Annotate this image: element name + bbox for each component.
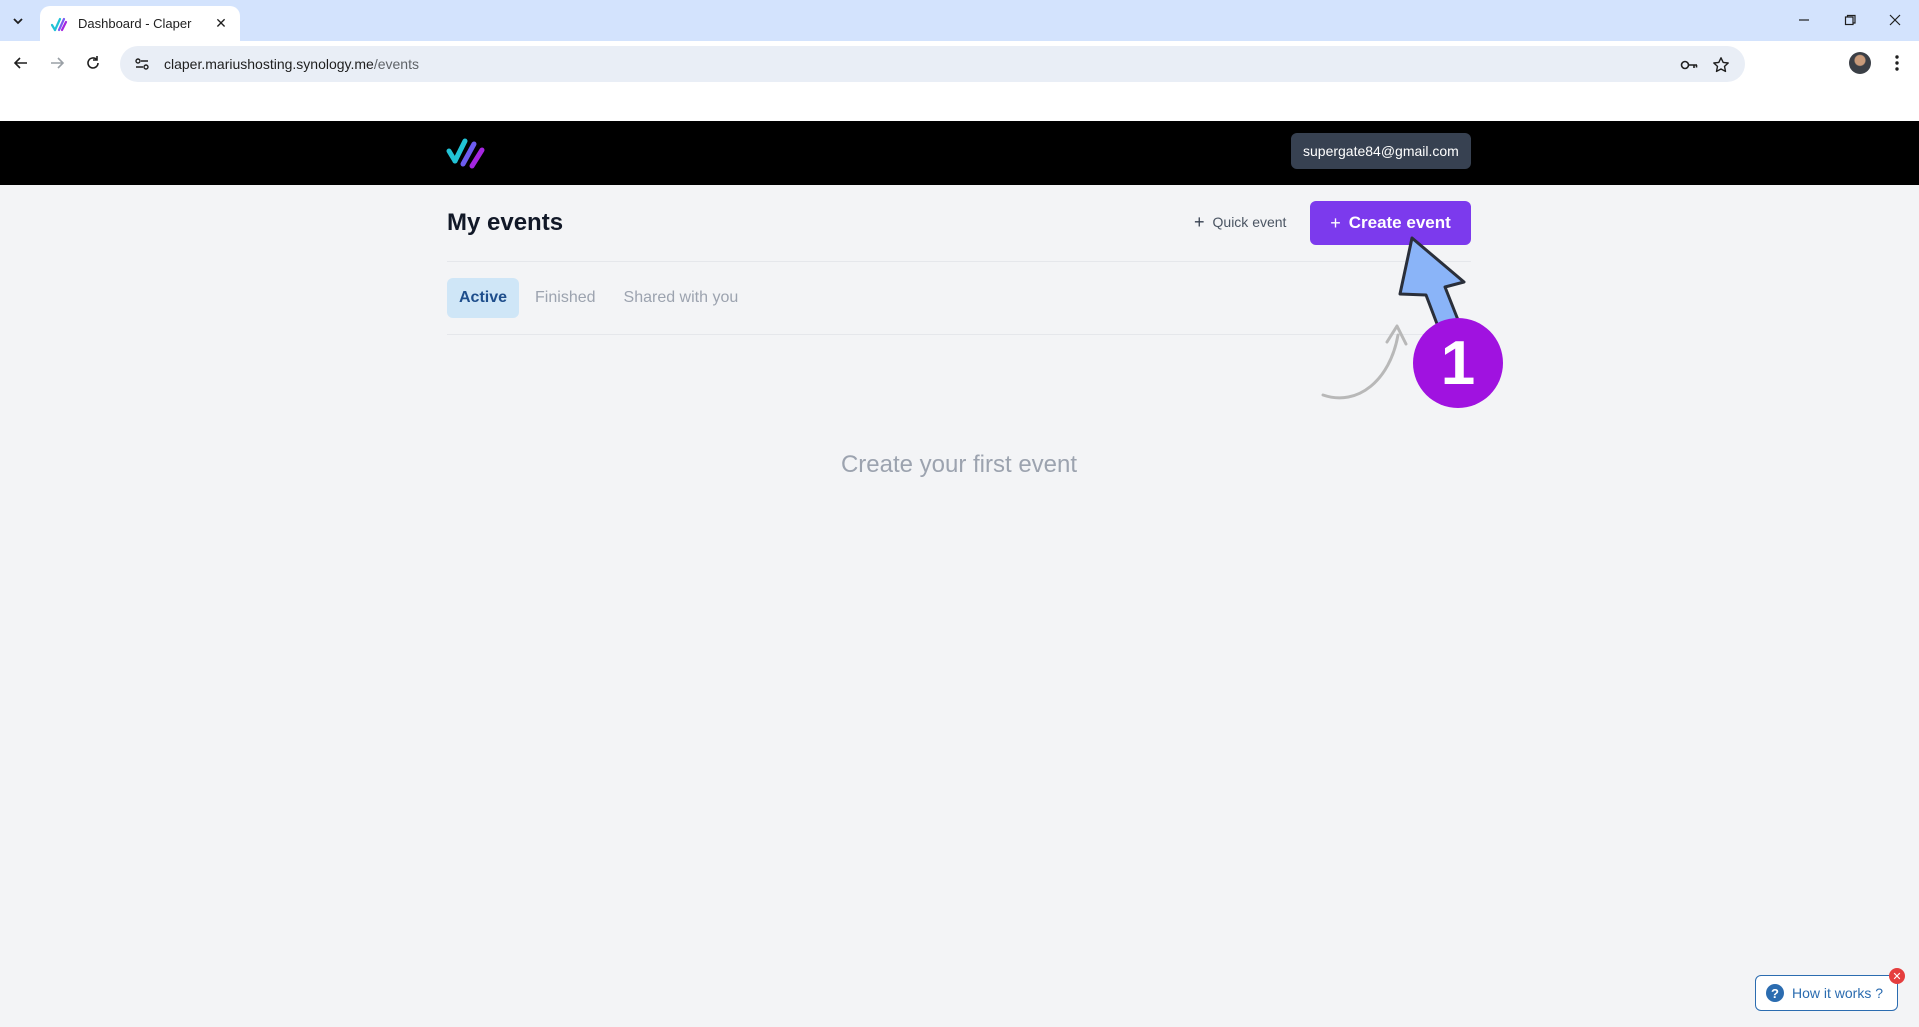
password-key-icon[interactable] (1678, 54, 1700, 76)
tab-active[interactable]: Active (447, 278, 520, 318)
app-header: supergate84@gmail.com (0, 121, 1919, 185)
question-icon: ? (1766, 984, 1784, 1002)
empty-state-message: Create your first event (840, 451, 1078, 478)
header-divider (447, 261, 1471, 262)
forward-icon[interactable] (44, 50, 70, 76)
page-title: My events (447, 209, 564, 236)
url-text: claper.mariushosting.synology.me/events (164, 56, 419, 72)
event-tabs: Active Finished Shared with you (447, 278, 754, 318)
help-close-icon[interactable]: ✕ (1889, 968, 1905, 984)
create-event-button[interactable]: + Create event (1310, 201, 1471, 245)
user-menu-button[interactable]: supergate84@gmail.com (1291, 133, 1471, 169)
browser-tab[interactable]: Dashboard - Claper ✕ (40, 6, 240, 41)
address-bar[interactable]: claper.mariushosting.synology.me/events (120, 46, 1745, 82)
window-close-icon[interactable] (1883, 8, 1907, 32)
quick-event-button[interactable]: + Quick event (1194, 212, 1286, 232)
claper-logo-icon[interactable] (446, 133, 486, 173)
step-badge: 1 (1413, 318, 1503, 408)
how-it-works-label: How it works ? (1792, 985, 1884, 1001)
tabs-divider (447, 334, 1471, 335)
browser-toolbar: claper.mariushosting.synology.me/events (0, 41, 1919, 86)
url-host: claper.mariushosting.synology.me (164, 56, 374, 72)
create-event-label: Create event (1348, 213, 1451, 232)
tab-shared-with-you[interactable]: Shared with you (612, 278, 751, 318)
browser-tabstrip: Dashboard - Claper ✕ (0, 0, 1919, 41)
quick-event-label: Quick event (1212, 214, 1287, 230)
plus-icon: + (1194, 211, 1205, 232)
how-it-works-button[interactable]: ? How it works ? (1755, 975, 1898, 1011)
tab-search-chevron-icon[interactable] (7, 10, 29, 32)
browser-menu-icon[interactable] (1886, 52, 1908, 74)
claper-favicon-icon (50, 17, 68, 31)
reload-icon[interactable] (80, 50, 106, 76)
tab-finished[interactable]: Finished (523, 278, 607, 318)
tab-title: Dashboard - Claper (78, 16, 192, 31)
curved-hint-arrow-icon (1321, 333, 1400, 400)
site-info-icon[interactable] (132, 54, 152, 74)
bookmark-star-icon[interactable] (1710, 54, 1732, 76)
minimize-icon[interactable] (1792, 8, 1816, 32)
tab-close-icon[interactable]: ✕ (212, 15, 230, 33)
page-top-spacer (0, 86, 1919, 121)
plus-icon: + (1330, 212, 1341, 233)
profile-avatar[interactable] (1849, 52, 1871, 74)
back-icon[interactable] (8, 50, 34, 76)
url-path: /events (373, 56, 419, 72)
restore-icon[interactable] (1838, 8, 1862, 32)
